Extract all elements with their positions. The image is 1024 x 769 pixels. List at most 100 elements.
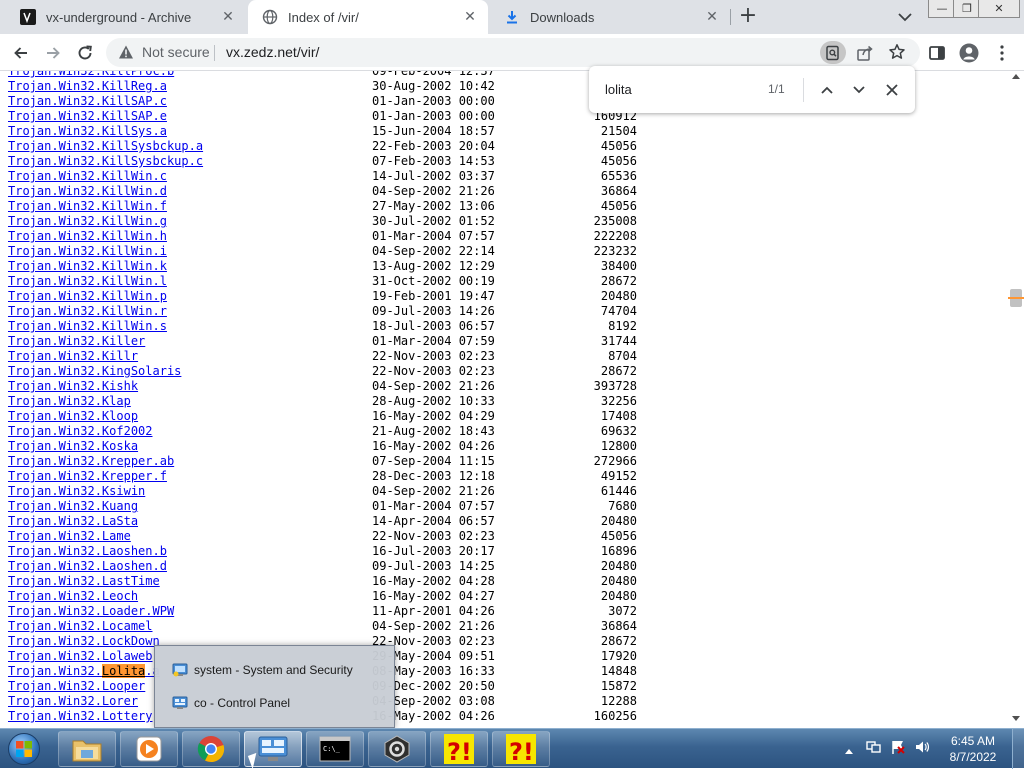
file-link[interactable]: Trojan.Win32.KingSolaris	[8, 364, 181, 379]
file-size: 31744	[600, 334, 637, 348]
file-link[interactable]: Trojan.Win32.Looper	[8, 679, 145, 694]
tray-expand-icon[interactable]	[844, 740, 854, 759]
taskbar-unknown-app-1[interactable]: ?!	[430, 731, 488, 767]
file-link[interactable]: Trojan.Win32.KillWin.f	[8, 199, 167, 214]
file-link[interactable]: Trojan.Win32.Leoch	[8, 589, 138, 604]
network-icon[interactable]	[866, 739, 882, 759]
volume-icon[interactable]	[914, 739, 930, 759]
find-close-button[interactable]	[881, 79, 903, 101]
profile-avatar-icon[interactable]	[959, 43, 979, 63]
file-link[interactable]: Trojan.Win32.KillWin.h	[8, 229, 167, 244]
file-link[interactable]: Trojan.Win32.KillSys.a	[8, 124, 167, 139]
file-link[interactable]: Trojan.Win32.KillWin.i	[8, 244, 167, 259]
tab-close-button[interactable]: ✕	[460, 7, 480, 27]
file-size: 21504	[600, 124, 637, 138]
start-button[interactable]	[4, 731, 44, 767]
file-link[interactable]: Trojan.Win32.Kuang	[8, 499, 138, 514]
file-link[interactable]: Trojan.Win32.Laoshen.b	[8, 544, 167, 559]
file-link[interactable]: Trojan.Win32.KillWin.d	[8, 184, 167, 199]
file-link[interactable]: Trojan.Win32.Kloop	[8, 409, 138, 424]
share-icon[interactable]	[856, 44, 874, 62]
address-bar[interactable]: Not secure vx.zedz.net/vir/	[106, 38, 920, 67]
file-link[interactable]: Trojan.Win32.KillProc.b	[8, 71, 174, 79]
taskbar-chrome[interactable]	[182, 731, 240, 767]
file-link[interactable]: Trojan.Win32.LaSta	[8, 514, 138, 529]
tab-downloads[interactable]: Downloads ✕	[490, 0, 730, 34]
find-in-page-icon[interactable]	[820, 41, 846, 64]
file-link[interactable]: Trojan.Win32.Laoshen.d	[8, 559, 167, 574]
file-link[interactable]: Trojan.Win32.Lorer	[8, 694, 138, 709]
tab-close-button[interactable]: ✕	[702, 7, 722, 27]
file-link[interactable]: Trojan.Win32.Lottery	[8, 709, 153, 724]
taskbar-clock[interactable]: 6:45 AM 8/7/2022	[946, 733, 1000, 765]
tab-close-button[interactable]: ✕	[218, 7, 238, 27]
vertical-scrollbar[interactable]	[1008, 71, 1024, 728]
back-button[interactable]	[8, 40, 34, 66]
file-link[interactable]: Trojan.Win32.KillReg.a	[8, 79, 167, 94]
window-minimize-button[interactable]: —	[928, 0, 956, 18]
file-date: 14-Apr-2004 06:57	[372, 514, 495, 528]
find-next-button[interactable]	[848, 79, 870, 101]
window-maximize-button[interactable]: ❐	[953, 0, 981, 18]
file-link[interactable]: Trojan.Win32.KillWin.s	[8, 319, 167, 334]
file-link[interactable]: Trojan.Win32.KillSAP.e	[8, 109, 167, 124]
reload-button[interactable]	[72, 40, 98, 66]
file-link[interactable]: Trojan.Win32.Lolita.a	[8, 664, 160, 679]
system-security-icon	[172, 662, 188, 678]
show-desktop-button[interactable]	[1012, 729, 1024, 769]
file-link[interactable]: Trojan.Win32.LastTime	[8, 574, 160, 589]
taskbar-app-hexagon[interactable]	[368, 731, 426, 767]
file-date: 01-Mar-2004 07:57	[372, 229, 495, 243]
file-link[interactable]: Trojan.Win32.KillSysbckup.c	[8, 154, 203, 169]
file-link[interactable]: Trojan.Win32.Krepper.ab	[8, 454, 174, 469]
taskbar-unknown-app-2[interactable]: ?!	[492, 731, 550, 767]
new-tab-button[interactable]: +	[736, 5, 760, 28]
file-link[interactable]: Trojan.Win32.Kishk	[8, 379, 138, 394]
tab-search-chevron-icon[interactable]	[895, 9, 915, 25]
file-link[interactable]: Trojan.Win32.Lame	[8, 529, 131, 544]
file-link[interactable]: Trojan.Win32.Loader.WPW	[8, 604, 174, 619]
file-link[interactable]: Trojan.Win32.Kof2002	[8, 424, 153, 439]
file-link[interactable]: Trojan.Win32.KillSAP.c	[8, 94, 167, 109]
taskbar-media-player[interactable]	[120, 731, 178, 767]
file-link[interactable]: Trojan.Win32.Lolaweb	[8, 649, 153, 664]
file-link[interactable]: Trojan.Win32.Klap	[8, 394, 131, 409]
vx-underground-favicon	[20, 9, 36, 25]
url-text[interactable]: vx.zedz.net/vir/	[226, 44, 319, 60]
file-link[interactable]: Trojan.Win32.Ksiwin	[8, 484, 145, 499]
file-link[interactable]: Trojan.Win32.KillSysbckup.a	[8, 139, 203, 154]
file-date: 28-Aug-2002 10:33	[372, 394, 495, 408]
file-link[interactable]: Trojan.Win32.KillWin.c	[8, 169, 167, 184]
tab-index-vir[interactable]: Index of /vir/ ✕	[248, 0, 488, 34]
tab-vx-underground[interactable]: vx-underground - Archive ✕	[6, 0, 246, 34]
find-previous-button[interactable]	[816, 79, 838, 101]
jumplist-item-control-panel[interactable]: co - Control Panel	[172, 692, 290, 714]
file-link[interactable]: Trojan.Win32.KillWin.l	[8, 274, 167, 289]
menu-kebab-icon[interactable]	[992, 43, 1012, 63]
file-link[interactable]: Trojan.Win32.KillWin.k	[8, 259, 167, 274]
action-center-flag-icon[interactable]	[890, 739, 906, 759]
file-link[interactable]: Trojan.Win32.Locamel	[8, 619, 153, 634]
scroll-up-arrow-icon[interactable]	[1012, 74, 1020, 79]
security-label[interactable]: Not secure	[142, 44, 210, 60]
taskbar-cmd[interactable]: C:\_	[306, 731, 364, 767]
file-link[interactable]: Trojan.Win32.KillWin.g	[8, 214, 167, 229]
side-panel-icon[interactable]	[927, 43, 947, 63]
warning-icon[interactable]	[118, 44, 134, 60]
file-date: 16-May-2002 04:27	[372, 589, 495, 603]
jumplist-item-system-security[interactable]: system - System and Security	[172, 659, 353, 681]
file-date: 30-Jul-2002 01:52	[372, 214, 495, 228]
find-input[interactable]: lolita	[605, 82, 632, 97]
file-link[interactable]: Trojan.Win32.Krepper.f	[8, 469, 167, 484]
file-link[interactable]: Trojan.Win32.Killer	[8, 334, 145, 349]
file-link[interactable]: Trojan.Win32.KillWin.p	[8, 289, 167, 304]
forward-button[interactable]	[40, 40, 66, 66]
taskbar-explorer[interactable]	[58, 731, 116, 767]
file-link[interactable]: Trojan.Win32.Killr	[8, 349, 138, 364]
file-link[interactable]: Trojan.Win32.LockDown	[8, 634, 160, 649]
file-link[interactable]: Trojan.Win32.KillWin.r	[8, 304, 167, 319]
bookmark-star-icon[interactable]	[888, 43, 906, 61]
file-link[interactable]: Trojan.Win32.Koska	[8, 439, 138, 454]
scroll-down-arrow-icon[interactable]	[1012, 716, 1020, 721]
window-close-button[interactable]: ✕	[978, 0, 1020, 18]
